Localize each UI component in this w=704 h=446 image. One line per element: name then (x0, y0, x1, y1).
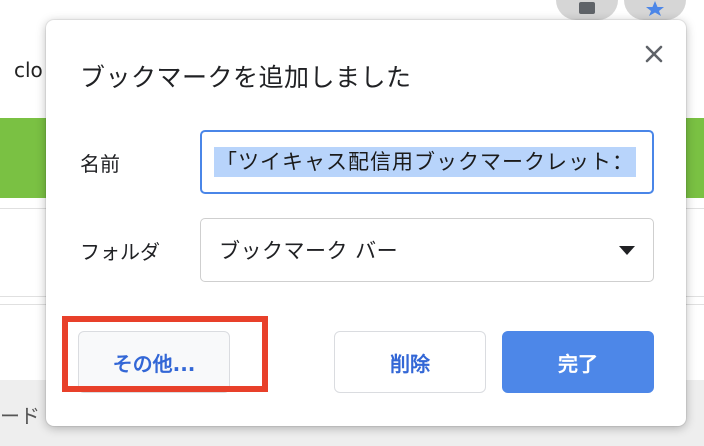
star-icon[interactable] (624, 0, 686, 20)
name-input-value: 「ツイキャス配信用ブックマークレット： (214, 147, 636, 177)
bookmark-dialog: ブックマークを追加しました 名前 「ツイキャス配信用ブックマークレット： フォル… (46, 20, 686, 426)
name-label: 名前 (80, 152, 120, 176)
dialog-title: ブックマークを追加しました (80, 63, 412, 92)
delete-button[interactable]: 削除 (334, 331, 486, 393)
more-button[interactable]: その他... (78, 331, 230, 393)
background-text: clo (14, 58, 43, 82)
profile-icon[interactable] (556, 0, 618, 20)
folder-select[interactable]: ブックマーク バー (200, 218, 654, 282)
chevron-down-icon (619, 245, 635, 255)
background-bottom-text: ード (0, 404, 40, 428)
name-input[interactable]: 「ツイキャス配信用ブックマークレット： (200, 130, 654, 194)
toolbar-icons (556, 0, 686, 20)
done-button[interactable]: 完了 (502, 331, 654, 393)
close-icon[interactable] (640, 40, 668, 68)
folder-select-value: ブックマーク バー (219, 239, 399, 263)
folder-label: フォルダ (80, 240, 160, 264)
